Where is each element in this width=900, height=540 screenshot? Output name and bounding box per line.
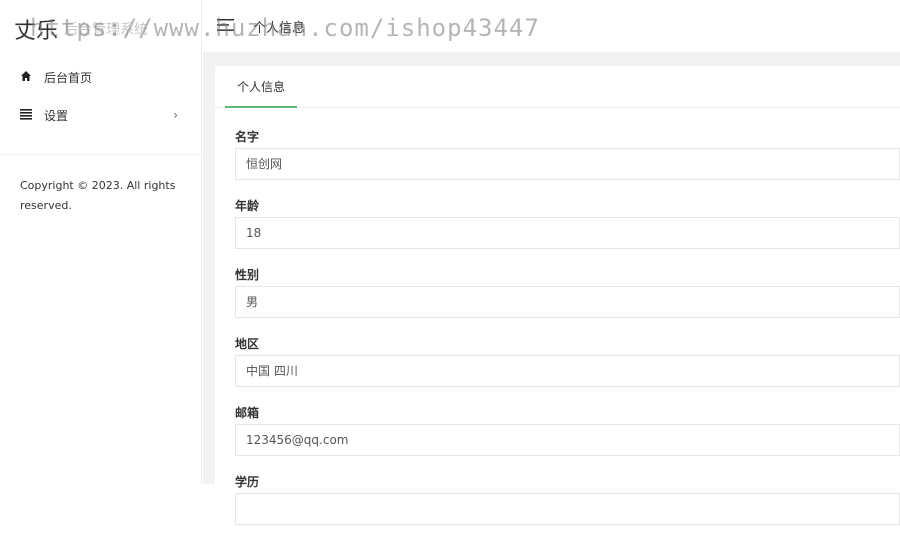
field-label: 性别 [235, 268, 260, 282]
sidebar-item-label: 设置 [44, 108, 69, 123]
sidebar-item-home[interactable]: 后台首页 [0, 58, 202, 96]
field-region: 地区 中国 四川 [235, 333, 900, 387]
main-content: 个人信息 名字 恒创网 年龄 18 性别 男 地区 中国 四川 邮箱 12345… [203, 52, 900, 525]
brand: 丈乐 后台管理系统 [14, 14, 148, 44]
sidebar-nav: 后台首页 设置 › [0, 58, 202, 134]
chevron-right-icon: › [173, 108, 178, 122]
gender-input[interactable]: 男 [235, 286, 900, 318]
copyright-text: Copyright © 2023. All rights reserved. [20, 179, 176, 212]
topbar: 个人信息 [203, 0, 900, 52]
tab-profile[interactable]: 个人信息 [225, 66, 298, 108]
app-title: 后台管理系统 [64, 22, 149, 38]
field-age: 年龄 18 [235, 195, 900, 249]
field-education: 学历 [235, 471, 900, 525]
sidebar: 丈乐 后台管理系统 后台首页 设置 › Copyright © 2023. Al… [0, 0, 202, 484]
field-label: 名字 [235, 130, 260, 144]
field-label: 年龄 [235, 199, 260, 213]
field-label: 学历 [235, 475, 260, 489]
education-input[interactable] [235, 493, 900, 525]
age-input[interactable]: 18 [235, 217, 900, 249]
field-name: 名字 恒创网 [235, 126, 900, 180]
field-label: 地区 [235, 337, 260, 351]
region-input[interactable]: 中国 四川 [235, 355, 900, 387]
brand-logo: 丈乐 [14, 19, 59, 44]
field-gender: 性别 男 [235, 264, 900, 318]
page-title: 个人信息 [253, 20, 306, 36]
list-icon [20, 108, 32, 123]
sidebar-item-label: 后台首页 [44, 70, 93, 85]
hamburger-menu-icon[interactable] [217, 16, 237, 37]
tab-bar: 个人信息 [215, 66, 900, 108]
field-label: 邮箱 [235, 406, 260, 420]
profile-card: 个人信息 名字 恒创网 年龄 18 性别 男 地区 中国 四川 邮箱 12345… [215, 66, 900, 525]
name-input[interactable]: 恒创网 [235, 148, 900, 180]
field-email: 邮箱 123456@qq.com [235, 402, 900, 456]
profile-form: 名字 恒创网 年龄 18 性别 男 地区 中国 四川 邮箱 123456@qq.… [235, 126, 900, 540]
home-icon [20, 70, 32, 85]
sidebar-item-settings[interactable]: 设置 › [0, 96, 202, 134]
divider [0, 154, 202, 155]
email-input[interactable]: 123456@qq.com [235, 424, 900, 456]
